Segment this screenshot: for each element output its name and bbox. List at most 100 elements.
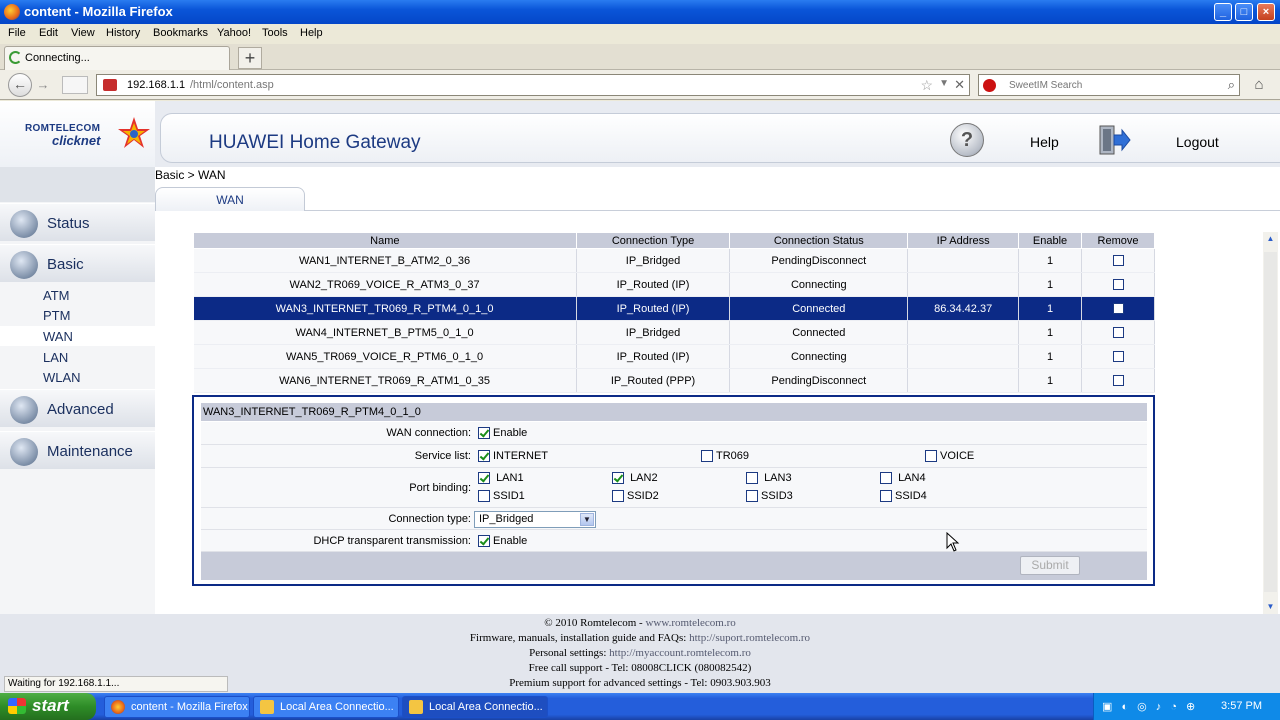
remove-checkbox[interactable]: [1112, 279, 1124, 291]
taskbar-item-label: Local Area Connectio...: [429, 701, 543, 713]
tray-icons[interactable]: ▣ ◐ ◎ ♪ ◔ ⊕: [1102, 700, 1198, 713]
port-lan3[interactable]: LAN3: [746, 472, 792, 485]
lan4-checkbox[interactable]: [880, 472, 892, 485]
scroll-thumb[interactable]: [1264, 252, 1277, 592]
maximize-button[interactable]: □: [1235, 3, 1253, 21]
column-header: Name: [193, 232, 577, 249]
forward-arrow-icon[interactable]: →: [34, 76, 52, 94]
help-icon[interactable]: ?: [950, 123, 984, 157]
menu-bookmarks[interactable]: Bookmarks: [153, 27, 208, 39]
sidebar-item-label: WLAN: [43, 370, 81, 385]
tab-wan[interactable]: WAN: [155, 187, 305, 211]
port-ssid3[interactable]: SSID3: [746, 490, 793, 503]
port-lan1[interactable]: LAN1: [478, 472, 524, 485]
search-engine-icon[interactable]: [983, 79, 996, 92]
nav-maintenance[interactable]: Maintenance: [0, 431, 155, 469]
new-tab-button[interactable]: +: [238, 47, 262, 69]
url-dropdown-icon[interactable]: ▼: [939, 78, 949, 89]
start-button[interactable]: start: [0, 693, 96, 720]
ssid2-checkbox[interactable]: [612, 490, 624, 503]
lan3-checkbox[interactable]: [746, 472, 758, 485]
sidebar-item-wan[interactable]: WAN: [0, 326, 155, 346]
cell-enable: 1: [1018, 272, 1083, 297]
menu-help[interactable]: Help: [300, 27, 323, 39]
ssid1-checkbox[interactable]: [478, 490, 490, 503]
menu-history[interactable]: History: [106, 27, 140, 39]
minimize-button[interactable]: _: [1214, 3, 1232, 21]
service-voice[interactable]: VOICE: [925, 450, 975, 463]
romtelecom-link[interactable]: www.romtelecom.ro: [645, 617, 735, 629]
search-input[interactable]: [1009, 77, 1209, 93]
clock[interactable]: 3:57 PM: [1221, 700, 1262, 712]
sidebar-item-ptm[interactable]: PTM: [0, 305, 155, 325]
vertical-scrollbar[interactable]: ▲ ▼: [1263, 232, 1278, 614]
sidebar-item-atm[interactable]: ATM: [0, 285, 155, 305]
nav-advanced[interactable]: Advanced: [0, 389, 155, 427]
stop-icon[interactable]: ✕: [954, 77, 965, 93]
menu-yahoo[interactable]: Yahoo!: [217, 27, 251, 39]
service-tr069[interactable]: TR069: [701, 450, 749, 463]
close-button[interactable]: ×: [1257, 3, 1275, 21]
menu-edit[interactable]: Edit: [39, 27, 58, 39]
home-icon[interactable]: ⌂: [1248, 74, 1270, 96]
search-icon[interactable]: ⌕: [1228, 77, 1235, 93]
signal-bars-icon[interactable]: [62, 76, 88, 94]
sidebar-item-wlan[interactable]: WLAN: [0, 367, 155, 387]
logout-icon[interactable]: [1096, 123, 1132, 157]
taskbar-item-lan1[interactable]: Local Area Connectio...: [253, 696, 399, 718]
port-ssid1[interactable]: SSID1: [478, 490, 525, 503]
myaccount-link[interactable]: http://myaccount.romtelecom.ro: [609, 647, 751, 659]
scroll-down-icon[interactable]: ▼: [1263, 600, 1278, 614]
table-row[interactable]: WAN2_TR069_VOICE_R_ATM3_0_37 IP_Routed (…: [193, 272, 1155, 297]
service-internet[interactable]: INTERNET: [478, 450, 548, 463]
bookmark-star-icon[interactable]: ☆: [920, 77, 933, 94]
footer-firmware: Firmware, manuals, installation guide an…: [0, 632, 1280, 644]
table-row[interactable]: WAN6_INTERNET_TR069_R_ATM1_0_35 IP_Route…: [193, 368, 1155, 393]
taskbar-item-firefox[interactable]: content - Mozilla Firefox: [104, 696, 250, 718]
table-row[interactable]: WAN1_INTERNET_B_ATM2_0_36 IP_Bridged Pen…: [193, 248, 1155, 273]
help-link[interactable]: Help: [1030, 134, 1059, 150]
port-ssid2[interactable]: SSID2: [612, 490, 659, 503]
table-row-selected[interactable]: WAN3_INTERNET_TR069_R_PTM4_0_1_0 IP_Rout…: [193, 296, 1155, 321]
scroll-up-icon[interactable]: ▲: [1263, 232, 1278, 246]
taskbar-item-lan2[interactable]: Local Area Connectio...: [402, 696, 548, 718]
table-row[interactable]: WAN4_INTERNET_B_PTM5_0_1_0 IP_Bridged Co…: [193, 320, 1155, 345]
nav-basic[interactable]: Basic: [0, 244, 155, 282]
port-lan2[interactable]: LAN2: [612, 472, 658, 485]
voice-checkbox[interactable]: [925, 450, 937, 463]
internet-checkbox[interactable]: [478, 450, 490, 463]
service-label: VOICE: [940, 450, 975, 462]
port-ssid4[interactable]: SSID4: [880, 490, 927, 503]
mouse-cursor-icon: [946, 532, 960, 552]
ssid4-checkbox[interactable]: [880, 490, 892, 503]
wan-connection-enable[interactable]: Enable: [478, 427, 527, 440]
lan1-checkbox[interactable]: [478, 472, 490, 485]
dhcp-enable-checkbox[interactable]: [478, 535, 490, 548]
remove-checkbox[interactable]: [1112, 327, 1124, 339]
table-row[interactable]: WAN5_TR069_VOICE_R_PTM6_0_1_0 IP_Routed …: [193, 344, 1155, 369]
ssid3-checkbox[interactable]: [746, 490, 758, 503]
remove-checkbox[interactable]: [1112, 255, 1124, 267]
lan2-checkbox[interactable]: [612, 472, 624, 485]
menu-tools[interactable]: Tools: [262, 27, 288, 39]
remove-checkbox[interactable]: [1112, 375, 1124, 387]
search-bar[interactable]: ⌕: [978, 74, 1240, 96]
sidebar-item-lan[interactable]: LAN: [0, 347, 155, 367]
logout-link[interactable]: Logout: [1176, 134, 1219, 150]
tr069-checkbox[interactable]: [701, 450, 713, 463]
back-arrow-icon[interactable]: ←: [8, 73, 32, 97]
tab-bar: Connecting... +: [0, 44, 1280, 70]
dhcp-enable[interactable]: Enable: [478, 535, 527, 548]
menu-file[interactable]: File: [8, 27, 26, 39]
nav-status[interactable]: Status: [0, 203, 155, 241]
wan-enable-checkbox[interactable]: [478, 427, 490, 440]
menu-view[interactable]: View: [71, 27, 95, 39]
remove-checkbox[interactable]: [1112, 303, 1124, 315]
port-lan4[interactable]: LAN4: [880, 472, 926, 485]
submit-button[interactable]: Submit: [1020, 556, 1080, 575]
support-link[interactable]: http://suport.romtelecom.ro: [689, 632, 810, 644]
remove-checkbox[interactable]: [1112, 351, 1124, 363]
url-bar[interactable]: 192.168.1.1 /html/content.asp ☆ ▼ ✕: [96, 74, 970, 96]
connection-type-select[interactable]: IP_Bridged ▼: [474, 511, 596, 528]
browser-tab[interactable]: Connecting...: [4, 46, 230, 70]
